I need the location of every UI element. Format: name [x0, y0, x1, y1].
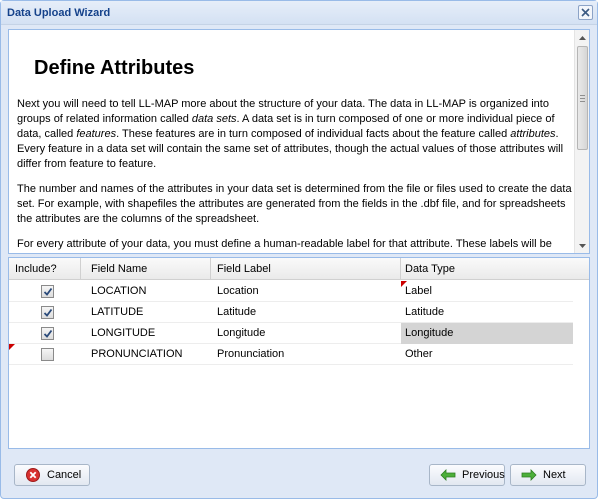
- field-label-cell[interactable]: Longitude: [211, 323, 401, 344]
- data-type-cell[interactable]: Latitude: [401, 302, 573, 323]
- grip-icon: [580, 95, 585, 102]
- next-label: Next: [543, 469, 566, 481]
- instructions-scrollbar[interactable]: [574, 30, 589, 253]
- scroll-up-button[interactable]: [575, 30, 589, 45]
- close-icon: [581, 8, 590, 17]
- instructions-panel: Define Attributes Next you will need to …: [8, 29, 590, 254]
- intro-text-3: . These features are in turn composed of…: [116, 128, 511, 140]
- include-cell[interactable]: [9, 323, 81, 344]
- checkmark-icon: [43, 308, 53, 317]
- data-type-cell[interactable]: Other: [401, 344, 573, 365]
- table-row[interactable]: LONGITUDE Longitude Longitude: [9, 323, 573, 344]
- field-name-cell: LOCATION: [91, 285, 147, 297]
- attributes-source-paragraph: The number and names of the attributes i…: [17, 183, 572, 225]
- window-title: Data Upload Wizard: [7, 7, 111, 19]
- field-name-cell: LONGITUDE: [91, 327, 156, 339]
- cancel-button[interactable]: Cancel: [14, 464, 90, 486]
- title-bar[interactable]: Data Upload Wizard: [1, 1, 597, 25]
- field-label-cell[interactable]: Latitude: [211, 302, 401, 323]
- previous-button[interactable]: Previous: [429, 464, 505, 486]
- term-features: features: [76, 128, 117, 140]
- field-label-cell[interactable]: Pronunciation: [211, 344, 401, 365]
- checkmark-icon: [43, 329, 53, 338]
- include-cell[interactable]: [9, 344, 81, 365]
- instructions-body: Define Attributes Next you will need to …: [17, 30, 575, 253]
- checkmark-icon: [43, 287, 53, 296]
- attributes-grid: Include? Field Name Field Label Data Typ…: [8, 257, 590, 449]
- term-data-sets: data sets: [191, 113, 237, 125]
- arrow-down-icon: [579, 243, 586, 248]
- modified-marker: [9, 344, 15, 350]
- cancel-label: Cancel: [47, 469, 82, 481]
- field-label-cell[interactable]: Location: [211, 281, 401, 302]
- column-header-data-type[interactable]: Data Type: [401, 258, 589, 280]
- data-type-cell[interactable]: Label: [401, 281, 573, 302]
- data-upload-wizard-window: Data Upload Wizard Define Attributes Nex…: [0, 0, 598, 499]
- field-name-cell: PRONUNCIATION: [91, 348, 183, 360]
- previous-label: Previous: [462, 469, 505, 481]
- include-checkbox[interactable]: [41, 285, 54, 298]
- field-name-cell: LATITUDE: [91, 306, 144, 318]
- close-button[interactable]: [578, 5, 593, 20]
- include-cell[interactable]: [9, 302, 81, 323]
- intro-paragraph: Next you will need to tell LL-MAP more a…: [17, 97, 575, 172]
- data-type-cell[interactable]: Longitude: [401, 323, 573, 344]
- table-row[interactable]: LOCATION Location Label: [9, 281, 573, 302]
- include-cell[interactable]: [9, 281, 81, 302]
- arrow-right-icon: [521, 467, 537, 483]
- column-header-field-name[interactable]: Field Name: [81, 258, 211, 280]
- arrow-left-icon: [440, 467, 456, 483]
- grid-header: Include? Field Name Field Label Data Typ…: [9, 258, 589, 280]
- labels-paragraph: For every attribute of your data, you mu…: [17, 238, 552, 250]
- arrow-up-icon: [579, 35, 586, 40]
- next-button[interactable]: Next: [510, 464, 586, 486]
- include-checkbox[interactable]: [41, 348, 54, 361]
- include-checkbox[interactable]: [41, 306, 54, 319]
- scroll-thumb[interactable]: [577, 46, 588, 150]
- include-checkbox[interactable]: [41, 327, 54, 340]
- scroll-down-button[interactable]: [575, 238, 589, 253]
- column-header-field-label[interactable]: Field Label: [211, 258, 401, 280]
- table-row[interactable]: LATITUDE Latitude Latitude: [9, 302, 573, 323]
- modified-marker: [401, 281, 407, 287]
- cancel-icon: [25, 467, 41, 483]
- term-attributes: attributes: [510, 128, 556, 140]
- table-row[interactable]: PRONUNCIATION Pronunciation Other: [9, 344, 573, 365]
- page-title: Define Attributes: [34, 57, 195, 79]
- column-header-include[interactable]: Include?: [9, 258, 81, 280]
- data-type-value: Label: [405, 285, 432, 297]
